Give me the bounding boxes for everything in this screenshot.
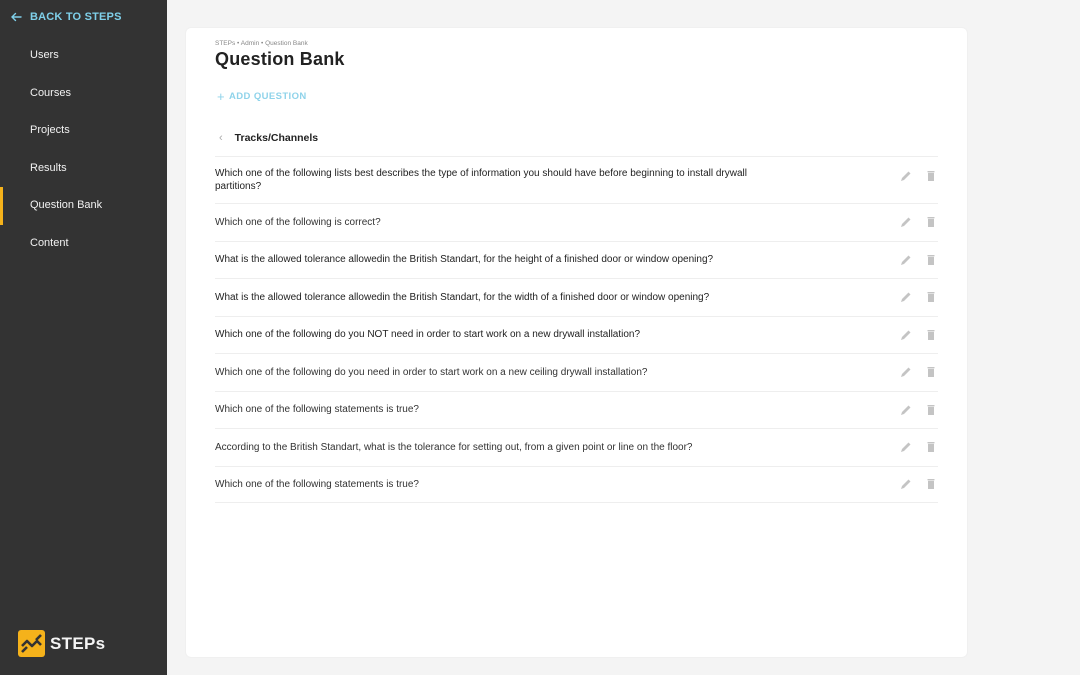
tracks-label: Tracks/Channels <box>234 132 319 144</box>
question-list: Which one of the following lists best de… <box>215 156 938 503</box>
question-text: Which one of the following is correct? <box>215 216 381 228</box>
plus-icon: + <box>217 89 225 104</box>
sidebar: BACK TO STEPS Users Courses Projects Res… <box>0 0 167 675</box>
back-to-steps-label: BACK TO STEPS <box>30 11 122 23</box>
question-text: What is the allowed tolerance allowedin … <box>215 254 714 266</box>
question-text: What is the allowed tolerance allowedin … <box>215 291 710 303</box>
add-question-label: ADD QUESTION <box>229 91 307 102</box>
edit-pencil-icon[interactable] <box>899 403 913 417</box>
row-actions <box>888 477 938 491</box>
question-row[interactable]: Which one of the following statements is… <box>215 465 938 503</box>
delete-trash-icon[interactable] <box>924 253 938 267</box>
edit-pencil-icon[interactable] <box>899 253 913 267</box>
delete-trash-icon[interactable] <box>924 290 938 304</box>
delete-trash-icon[interactable] <box>924 403 938 417</box>
question-text: Which one of the following statements is… <box>215 404 419 416</box>
edit-pencil-icon[interactable] <box>899 169 913 183</box>
main-card: STEPs • Admin • Question Bank Question B… <box>186 28 967 657</box>
sidebar-nav: Users Courses Projects Results Question … <box>0 37 167 262</box>
edit-pencil-icon[interactable] <box>899 365 913 379</box>
row-actions <box>888 253 938 267</box>
question-row[interactable]: What is the allowed tolerance allowedin … <box>215 240 938 279</box>
question-row[interactable]: Which one of the following statements is… <box>215 390 938 429</box>
row-actions <box>888 365 938 379</box>
edit-pencil-icon[interactable] <box>899 440 913 454</box>
arrow-left-icon <box>11 12 22 22</box>
row-actions <box>888 440 938 454</box>
sidebar-item-question-bank[interactable]: Question Bank <box>0 187 167 225</box>
delete-trash-icon[interactable] <box>924 328 938 342</box>
row-actions <box>888 290 938 304</box>
tracks-header: ‹ Tracks/Channels <box>219 132 318 144</box>
sidebar-item-content[interactable]: Content <box>0 225 167 263</box>
question-row[interactable]: According to the British Standart, what … <box>215 428 938 466</box>
question-text: According to the British Standart, what … <box>215 441 693 453</box>
sidebar-item-users[interactable]: Users <box>0 37 167 75</box>
breadcrumb: STEPs • Admin • Question Bank <box>215 40 308 47</box>
delete-trash-icon[interactable] <box>924 477 938 491</box>
steps-logo-icon <box>18 630 45 657</box>
add-question-button[interactable]: + ADD QUESTION <box>217 89 307 104</box>
edit-pencil-icon[interactable] <box>899 290 913 304</box>
question-row[interactable]: What is the allowed tolerance allowedin … <box>215 278 938 316</box>
delete-trash-icon[interactable] <box>924 169 938 183</box>
edit-pencil-icon[interactable] <box>899 328 913 342</box>
row-actions <box>888 328 938 342</box>
row-actions <box>888 169 938 183</box>
question-text: Which one of the following statements is… <box>215 478 419 490</box>
question-text: Which one of the following do you NOT ne… <box>215 329 641 341</box>
edit-pencil-icon[interactable] <box>899 477 913 491</box>
question-text: Which one of the following do you need i… <box>215 366 648 378</box>
question-row[interactable]: Which one of the following is correct? <box>215 203 938 241</box>
row-actions <box>888 215 938 229</box>
delete-trash-icon[interactable] <box>924 215 938 229</box>
row-actions <box>888 403 938 417</box>
question-row[interactable]: Which one of the following do you NOT ne… <box>215 315 938 354</box>
question-text: Which one of the following lists best de… <box>215 168 747 192</box>
page-title: Question Bank <box>215 49 345 69</box>
sidebar-item-projects[interactable]: Projects <box>0 112 167 150</box>
sidebar-item-courses[interactable]: Courses <box>0 75 167 113</box>
chevron-left-icon[interactable]: ‹ <box>219 132 223 144</box>
edit-pencil-icon[interactable] <box>899 215 913 229</box>
steps-logo: STEPs <box>18 630 105 657</box>
question-row[interactable]: Which one of the following do you need i… <box>215 353 938 391</box>
logo-text: STEPs <box>50 633 106 653</box>
back-to-steps-link[interactable]: BACK TO STEPS <box>10 11 122 23</box>
question-row[interactable]: Which one of the following lists best de… <box>215 156 938 203</box>
delete-trash-icon[interactable] <box>924 365 938 379</box>
delete-trash-icon[interactable] <box>924 440 938 454</box>
sidebar-item-results[interactable]: Results <box>0 150 167 188</box>
